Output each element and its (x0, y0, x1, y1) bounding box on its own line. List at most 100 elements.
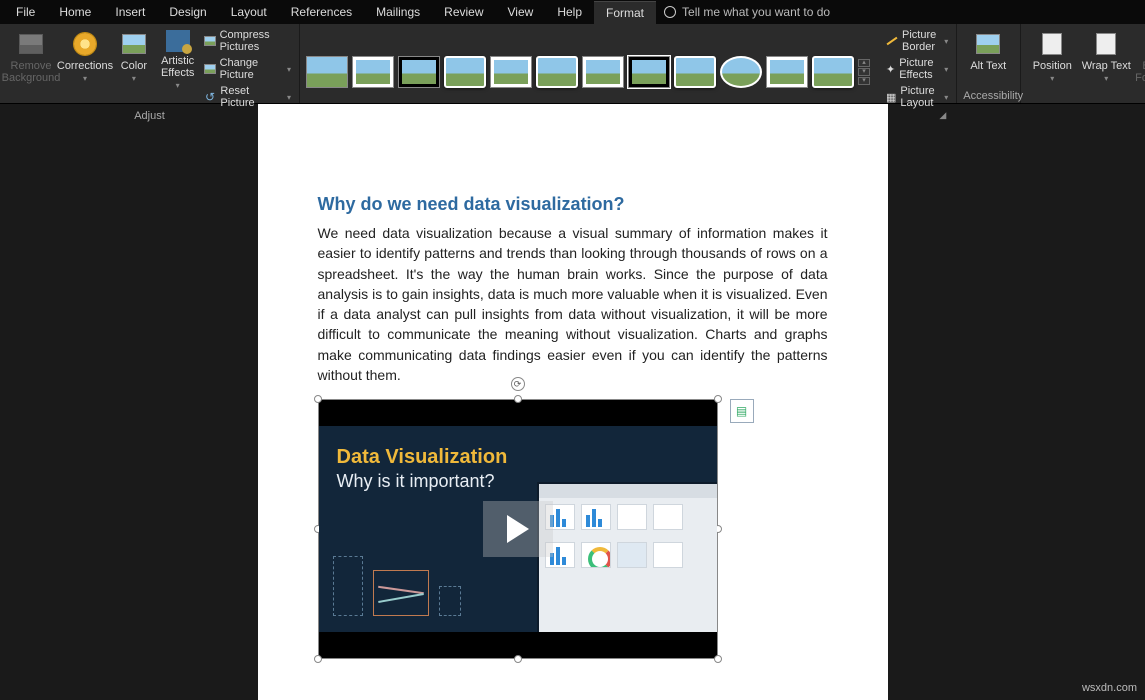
group-accessibility: Alt Text Accessibility (957, 24, 1021, 103)
play-icon (507, 515, 529, 543)
picture-effects-button[interactable]: ✦ Picture Effects (884, 56, 950, 82)
document-area[interactable]: Why do we need data visualization? We ne… (0, 104, 1145, 700)
border-icon (886, 34, 898, 48)
group-picture-styles: ▴ ▾ ▾ Picture Border ✦ Picture Effects ▦… (300, 24, 957, 103)
resize-handle-b[interactable] (514, 655, 522, 663)
bring-forward-button: ▭ Bring Forward (1135, 28, 1145, 90)
style-thumb-9[interactable] (674, 56, 716, 88)
style-thumb-10[interactable] (720, 56, 762, 88)
video-body: Data Visualization Why is it important? (319, 426, 717, 632)
corrections-button[interactable]: Corrections (60, 28, 110, 90)
tab-mailings[interactable]: Mailings (364, 1, 432, 23)
tab-home[interactable]: Home (47, 1, 103, 23)
style-thumb-1[interactable] (306, 56, 348, 88)
wrap-text-button[interactable]: Wrap Text (1081, 28, 1131, 90)
alt-text-button[interactable]: Alt Text (963, 28, 1013, 90)
lightbulb-icon (664, 6, 676, 18)
tell-me-search[interactable]: Tell me what you want to do (664, 5, 830, 19)
play-button[interactable] (483, 501, 553, 557)
gallery-down-button[interactable]: ▾ (858, 68, 870, 76)
mini-bar-chart-icon (581, 504, 611, 530)
style-thumb-12[interactable] (812, 56, 854, 88)
picture-layout-button[interactable]: ▦ Picture Layout (884, 84, 950, 110)
resize-handle-bl[interactable] (314, 655, 322, 663)
position-button[interactable]: Position (1027, 28, 1077, 90)
sun-icon (71, 30, 99, 58)
group-label-adjust: Adjust (6, 110, 293, 124)
tab-layout[interactable]: Layout (219, 1, 279, 23)
dashboard-laptop (537, 482, 717, 632)
picture-color-icon (120, 30, 148, 58)
doc-paragraph[interactable]: We need data visualization because a vis… (318, 223, 828, 385)
tab-references[interactable]: References (279, 1, 364, 23)
group-arrange: Position Wrap Text ▭ Bring Forward (1021, 24, 1145, 103)
group-adjust: Remove Background Corrections Color Arti… (0, 24, 300, 103)
rotate-handle[interactable]: ⟳ (511, 377, 525, 391)
compress-icon (204, 34, 216, 48)
mini-panel-icon (653, 542, 683, 568)
tab-view[interactable]: View (496, 1, 546, 23)
picture-style-options: Picture Border ✦ Picture Effects ▦ Pictu… (884, 28, 950, 110)
video-letterbox-top (319, 400, 717, 426)
style-thumb-5[interactable] (490, 56, 532, 88)
layout-icon: ▦ (886, 90, 896, 104)
style-thumb-2[interactable] (352, 56, 394, 88)
tab-file[interactable]: File (4, 1, 47, 23)
resize-handle-tr[interactable] (714, 395, 722, 403)
mini-donut-chart-icon (581, 542, 611, 568)
tab-help[interactable]: Help (545, 1, 594, 23)
resize-handle-t[interactable] (514, 395, 522, 403)
tab-format[interactable]: Format (594, 1, 656, 24)
group-label-arrange (1027, 90, 1145, 104)
remove-bg-icon (17, 30, 45, 58)
picture-border-button[interactable]: Picture Border (884, 28, 950, 54)
effects-icon: ✦ (886, 62, 895, 76)
compress-pictures-button[interactable]: Compress Pictures (202, 28, 293, 54)
remove-background-button: Remove Background (6, 28, 56, 90)
doc-heading[interactable]: Why do we need data visualization? (318, 194, 828, 215)
ribbon-tabs: File Home Insert Design Layout Reference… (0, 0, 1145, 24)
group-label-accessibility: Accessibility (963, 90, 1014, 104)
tab-design[interactable]: Design (157, 1, 218, 23)
artistic-effects-icon (164, 30, 192, 53)
layout-options-button[interactable]: ▤ (730, 399, 754, 423)
video-thumbnail[interactable]: Data Visualization Why is it important? (318, 399, 718, 659)
gallery-more-button[interactable]: ▾ (858, 77, 870, 85)
change-picture-icon (204, 62, 216, 76)
color-button[interactable]: Color (114, 28, 154, 90)
style-thumb-7[interactable] (582, 56, 624, 88)
resize-handle-br[interactable] (714, 655, 722, 663)
reset-icon: ↺ (204, 90, 217, 104)
server-icon (333, 556, 363, 616)
wrap-text-icon (1092, 30, 1120, 58)
tell-me-label: Tell me what you want to do (682, 5, 830, 19)
resize-handle-tl[interactable] (314, 395, 322, 403)
tab-review[interactable]: Review (432, 1, 495, 23)
watermark: wsxdn.com (1082, 682, 1137, 694)
style-thumb-3[interactable] (398, 56, 440, 88)
artistic-effects-button[interactable]: Artistic Effects (158, 28, 198, 90)
selected-video-object[interactable]: ⟳ ▤ Data Visualization Why is it importa… (318, 399, 718, 659)
position-icon (1038, 30, 1066, 58)
page[interactable]: Why do we need data visualization? We ne… (258, 104, 888, 700)
change-picture-button[interactable]: Change Picture (202, 56, 293, 82)
gallery-up-button[interactable]: ▴ (858, 59, 870, 67)
document-icon (439, 586, 461, 616)
bring-forward-icon: ▭ (1141, 30, 1145, 58)
video-graphic-icons (333, 556, 461, 616)
mini-panel-icon (653, 504, 683, 530)
video-title-1: Data Visualization (337, 446, 699, 469)
styles-dialog-launcher[interactable]: ◢ (939, 110, 950, 124)
ribbon: Remove Background Corrections Color Arti… (0, 24, 1145, 104)
style-thumb-4[interactable] (444, 56, 486, 88)
style-thumb-6[interactable] (536, 56, 578, 88)
style-thumb-8[interactable] (628, 56, 670, 88)
mini-panel-icon (617, 504, 647, 530)
style-thumb-11[interactable] (766, 56, 808, 88)
adjust-mini-buttons: Compress Pictures Change Picture ↺ Reset… (202, 28, 293, 110)
tab-insert[interactable]: Insert (103, 1, 157, 23)
line-chart-icon (373, 570, 429, 616)
gallery-scroll: ▴ ▾ ▾ (858, 59, 872, 85)
alt-text-icon (974, 30, 1002, 58)
mini-map-icon (617, 542, 647, 568)
